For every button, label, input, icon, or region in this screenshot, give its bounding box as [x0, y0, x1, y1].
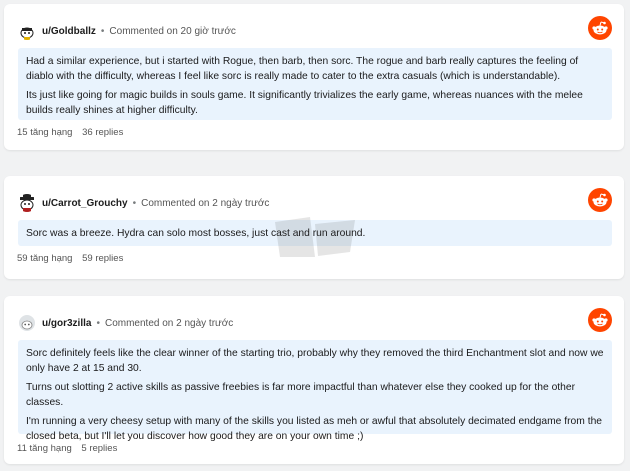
comment-paragraph: Its just like going for magic builds in …: [26, 90, 583, 116]
comment-timestamp: Commented on 2 ngày trước: [141, 197, 270, 209]
comment-body: Sorc was a breeze. Hydra can solo most b…: [18, 220, 612, 246]
separator-dot: •: [96, 317, 100, 329]
comment-card: u/Goldballz • Commented on 20 giờ trước …: [4, 4, 624, 150]
separator-dot: •: [100, 25, 105, 37]
replies-count[interactable]: 5 replies: [81, 443, 117, 454]
upvote-count: 15 tăng hạng: [17, 127, 73, 138]
username-link[interactable]: u/Carrot_Grouchy: [42, 198, 128, 209]
comment-timestamp: Commented on 20 giờ trước: [109, 25, 236, 37]
reddit-logo-icon[interactable]: [588, 188, 612, 212]
comment-header: u/Goldballz • Commented on 20 giờ trước: [18, 21, 236, 41]
comment-header: u/gor3zilla • Commented on 2 ngày trước: [18, 313, 233, 333]
snoo-avatar-icon[interactable]: [18, 194, 36, 212]
replies-count[interactable]: 36 replies: [82, 127, 123, 138]
username-link[interactable]: u/Goldballz: [42, 26, 96, 37]
comment-paragraph: Sorc definitely feels like the clear win…: [26, 348, 604, 374]
comment-card: u/gor3zilla • Commented on 2 ngày trước …: [4, 296, 624, 464]
snoo-avatar-icon[interactable]: [18, 22, 36, 40]
comment-paragraph: Turns out slotting 2 active skills as pa…: [26, 382, 576, 408]
comment-timestamp: Commented on 2 ngày trước: [104, 317, 234, 329]
upvote-count: 11 tăng hạng: [17, 443, 72, 454]
username-link[interactable]: u/gor3zilla: [42, 318, 91, 329]
comment-body: Had a similar experience, but i started …: [18, 48, 612, 120]
snoo-avatar-icon[interactable]: [18, 314, 36, 332]
replies-count[interactable]: 59 replies: [82, 253, 123, 264]
comment-card: u/Carrot_Grouchy • Commented on 2 ngày t…: [4, 176, 624, 279]
comment-paragraph: Sorc was a breeze. Hydra can solo most b…: [26, 228, 366, 239]
comment-footer: 11 tăng hạng 5 replies: [17, 443, 117, 454]
upvote-count: 59 tăng hạng: [17, 253, 73, 264]
comment-body: Sorc definitely feels like the clear win…: [18, 340, 612, 442]
reddit-logo-icon[interactable]: [588, 16, 612, 40]
comment-footer: 15 tăng hạng 36 replies: [17, 127, 123, 138]
comment-paragraph: I'm running a very cheesy setup with man…: [26, 416, 603, 442]
reddit-logo-icon[interactable]: [588, 308, 612, 332]
comment-header: u/Carrot_Grouchy • Commented on 2 ngày t…: [18, 193, 269, 213]
comment-paragraph: Had a similar experience, but i started …: [26, 56, 579, 82]
separator-dot: •: [132, 197, 137, 209]
comment-footer: 59 tăng hạng 59 replies: [17, 253, 123, 264]
